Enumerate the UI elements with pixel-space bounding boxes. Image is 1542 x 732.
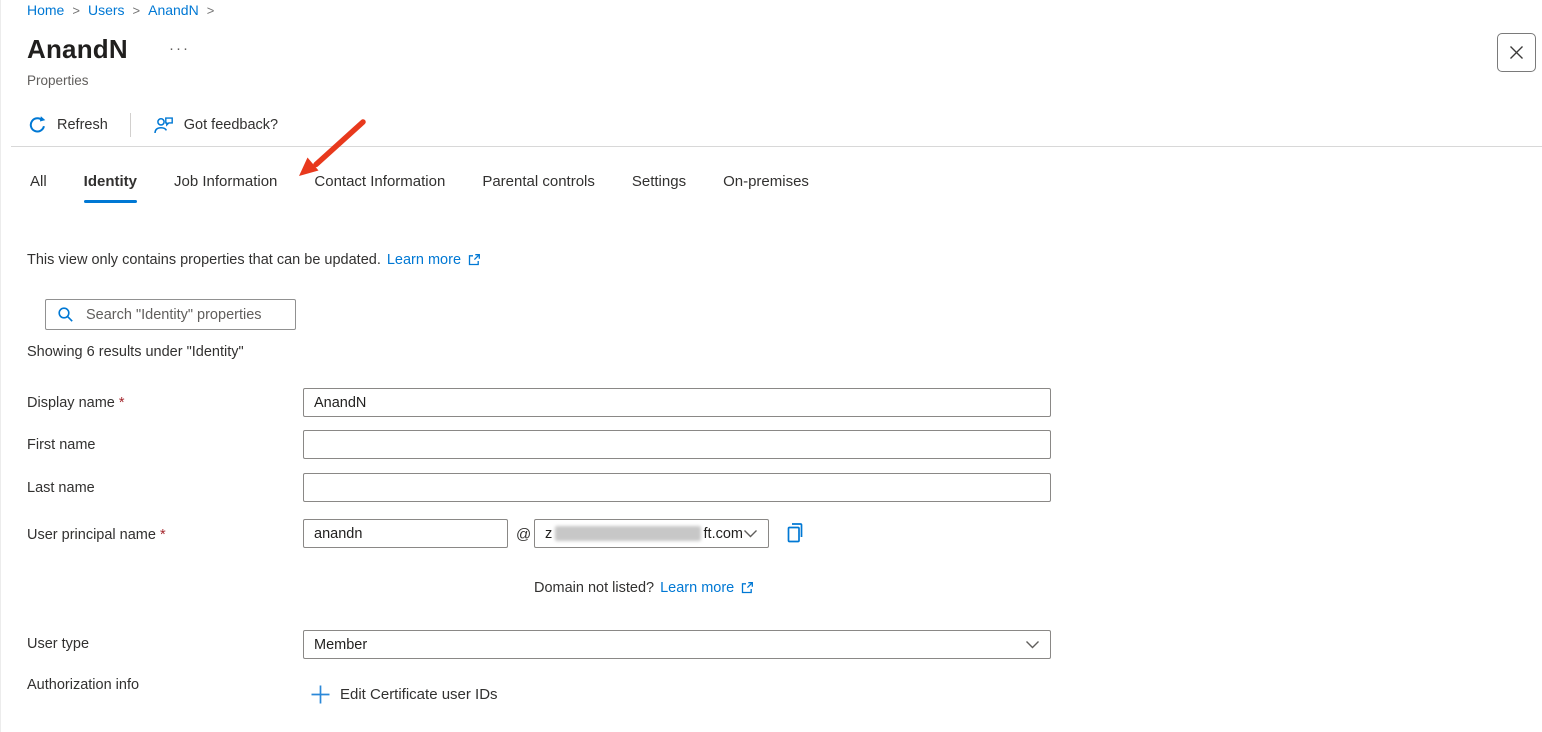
search-input[interactable]	[86, 307, 289, 323]
redacted-domain-blur	[555, 526, 700, 541]
user-properties-page: Home > Users > AnandN > AnandN ··· Prope…	[0, 0, 1542, 732]
refresh-button[interactable]: Refresh	[27, 115, 108, 136]
tab-all[interactable]: All	[30, 173, 47, 203]
refresh-label: Refresh	[57, 117, 108, 133]
info-learn-more-link[interactable]: Learn more	[387, 252, 461, 268]
domain-learn-more-link[interactable]: Learn more	[660, 580, 734, 596]
external-link-icon	[467, 253, 481, 267]
breadcrumb-separator: >	[207, 3, 215, 18]
required-marker: *	[119, 395, 125, 411]
feedback-label: Got feedback?	[184, 117, 278, 133]
feedback-person-icon	[153, 115, 175, 136]
user-type-value: Member	[314, 637, 367, 653]
domain-note: Domain not listed? Learn more	[534, 580, 754, 596]
page-title: AnandN	[27, 34, 128, 65]
chevron-down-icon	[1025, 640, 1040, 649]
refresh-icon	[27, 115, 48, 136]
breadcrumb-separator: >	[133, 3, 141, 18]
breadcrumb-anandn-link[interactable]: AnandN	[148, 2, 199, 18]
user-type-label: User type	[27, 636, 89, 652]
got-feedback-button[interactable]: Got feedback?	[153, 115, 278, 136]
upn-domain-dropdown[interactable]: z ft.com	[534, 519, 769, 548]
authorization-info-label: Authorization info	[27, 677, 139, 693]
edit-certificate-user-ids-button[interactable]: Edit Certificate user IDs	[310, 684, 498, 705]
edit-certificate-user-ids-label: Edit Certificate user IDs	[340, 686, 498, 703]
page-subtitle: Properties	[27, 73, 89, 88]
upn-at-sign: @	[516, 526, 531, 543]
toolbar-divider	[130, 113, 131, 137]
info-message: This view only contains properties that …	[27, 252, 481, 268]
display-name-label: Display name*	[27, 395, 125, 411]
tab-parental-controls[interactable]: Parental controls	[482, 173, 595, 203]
chevron-down-icon	[743, 529, 758, 538]
domain-text-end: ft.com	[704, 526, 743, 542]
tab-on-premises[interactable]: On-premises	[723, 173, 809, 203]
last-name-input[interactable]	[303, 473, 1051, 502]
last-name-label: Last name	[27, 480, 95, 496]
tab-settings[interactable]: Settings	[632, 173, 686, 203]
close-button[interactable]	[1497, 33, 1536, 72]
copy-upn-button[interactable]	[784, 521, 807, 546]
search-results-count: Showing 6 results under "Identity"	[27, 344, 244, 360]
search-icon	[56, 305, 75, 324]
breadcrumb-separator: >	[72, 3, 80, 18]
tab-contact-information[interactable]: Contact Information	[314, 173, 445, 203]
breadcrumb: Home > Users > AnandN >	[27, 2, 214, 18]
user-principal-name-input[interactable]	[303, 519, 508, 548]
domain-text-start: z	[545, 526, 552, 542]
tab-job-information[interactable]: Job Information	[174, 173, 277, 203]
copy-icon	[784, 521, 807, 546]
first-name-input[interactable]	[303, 430, 1051, 459]
tab-identity[interactable]: Identity	[84, 173, 137, 203]
breadcrumb-users-link[interactable]: Users	[88, 2, 125, 18]
plus-icon	[310, 684, 331, 705]
info-text: This view only contains properties that …	[27, 252, 381, 268]
toolbar-bottom-divider	[11, 146, 1542, 147]
more-options-button[interactable]: ···	[169, 40, 190, 57]
search-field[interactable]	[45, 299, 296, 330]
domain-note-text: Domain not listed?	[534, 580, 654, 596]
close-icon	[1508, 44, 1525, 61]
command-bar: Refresh Got feedback?	[27, 110, 278, 140]
user-principal-name-label: User principal name*	[27, 527, 166, 543]
breadcrumb-home-link[interactable]: Home	[27, 2, 64, 18]
property-category-tabs: All Identity Job Information Contact Inf…	[30, 173, 809, 203]
display-name-input[interactable]	[303, 388, 1051, 417]
required-marker: *	[160, 527, 166, 543]
external-link-icon	[740, 581, 754, 595]
first-name-label: First name	[27, 437, 96, 453]
user-type-dropdown[interactable]: Member	[303, 630, 1051, 659]
